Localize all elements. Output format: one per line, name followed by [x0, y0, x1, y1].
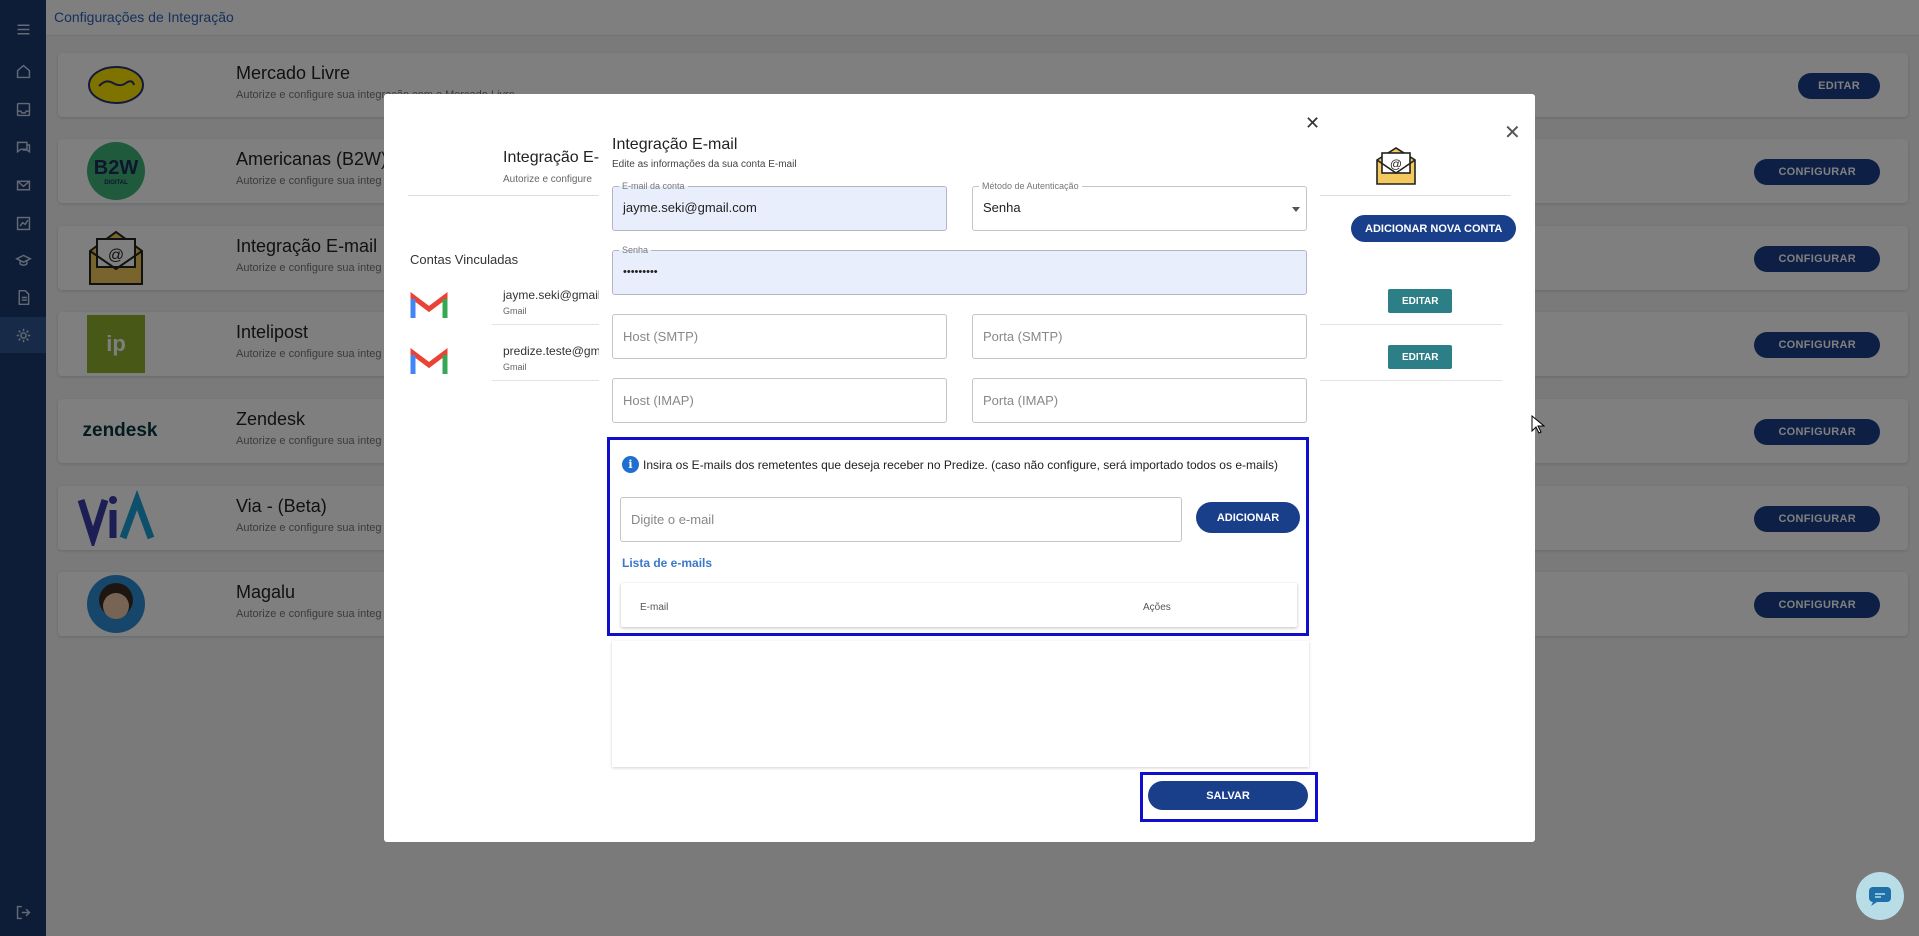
chat-support-button[interactable] — [1856, 872, 1904, 920]
field-placeholder: Digite o e-mail — [631, 512, 715, 527]
add-email-button[interactable]: ADICIONAR — [1196, 502, 1300, 533]
account-email-field[interactable]: E-mail da conta jayme.seki@gmail.com — [612, 180, 947, 231]
add-new-account-button[interactable]: ADICIONAR NOVA CONTA — [1351, 215, 1517, 242]
auth-method-select[interactable]: Método de Autenticação Senha — [972, 180, 1307, 231]
info-text: Insira os E-mails dos remetentes que des… — [643, 457, 1278, 472]
password-field[interactable]: Senha ••••••••• — [612, 244, 1307, 295]
dialog-subtitle: Edite as informações da sua conta E-mail — [612, 159, 797, 170]
smtp-host-input[interactable]: Host (SMTP) — [612, 314, 947, 359]
smtp-port-input[interactable]: Porta (SMTP) — [972, 314, 1307, 359]
email-envelope-icon: @ — [1375, 146, 1417, 191]
gmail-icon — [410, 348, 448, 381]
column-header-email: E-mail — [640, 602, 669, 613]
account-provider: Gmail — [503, 362, 527, 372]
field-value: jayme.seki@gmail.com — [623, 200, 757, 215]
field-placeholder: Porta (SMTP) — [983, 329, 1063, 344]
close-icon[interactable]: ✕ — [1305, 113, 1321, 133]
field-placeholder: Porta (IMAP) — [983, 393, 1059, 408]
info-icon: i — [622, 456, 639, 473]
field-value: ••••••••• — [623, 266, 658, 278]
mouse-cursor-icon — [1531, 414, 1546, 440]
account-provider: Gmail — [503, 306, 527, 316]
chat-bubble-icon — [1869, 887, 1891, 906]
field-placeholder: Host (IMAP) — [623, 393, 694, 408]
gmail-icon — [410, 292, 448, 325]
edit-account-button[interactable]: EDITAR — [1388, 289, 1453, 313]
email-table-header: E-mail Ações — [621, 583, 1297, 627]
account-email: predize.teste@gm — [503, 344, 601, 358]
email-integration-dialog: ✕ Integração E-mail Edite as informações… — [599, 113, 1320, 824]
info-message: i Insira os E-mails dos remetentes que d… — [622, 456, 1278, 473]
field-placeholder: Host (SMTP) — [623, 329, 699, 344]
dialog-subtitle: Autorize e configure — [503, 174, 592, 185]
field-label: Método de Autenticação — [979, 180, 1082, 192]
account-email: jayme.seki@gmail — [503, 288, 601, 302]
dropdown-arrow-icon — [1292, 207, 1300, 212]
edit-account-button[interactable]: EDITAR — [1388, 345, 1453, 369]
imap-host-input[interactable]: Host (IMAP) — [612, 378, 947, 423]
field-label: Senha — [619, 244, 652, 256]
save-button[interactable]: SALVAR — [1148, 781, 1308, 810]
dialog-title: Integração E- — [503, 149, 600, 166]
email-table-body — [612, 641, 1309, 767]
field-label: E-mail da conta — [619, 180, 688, 192]
field-value: Senha — [983, 200, 1021, 215]
imap-port-input[interactable]: Porta (IMAP) — [972, 378, 1307, 423]
linked-accounts-title: Contas Vinculadas — [410, 252, 519, 267]
sender-email-input[interactable]: Digite o e-mail — [620, 497, 1182, 542]
column-header-actions: Ações — [1143, 602, 1171, 613]
svg-text:@: @ — [1390, 157, 1402, 171]
email-list-title: Lista de e-mails — [622, 556, 713, 570]
dialog-title: Integração E-mail — [612, 136, 738, 153]
close-icon[interactable]: ✕ — [1504, 120, 1521, 145]
